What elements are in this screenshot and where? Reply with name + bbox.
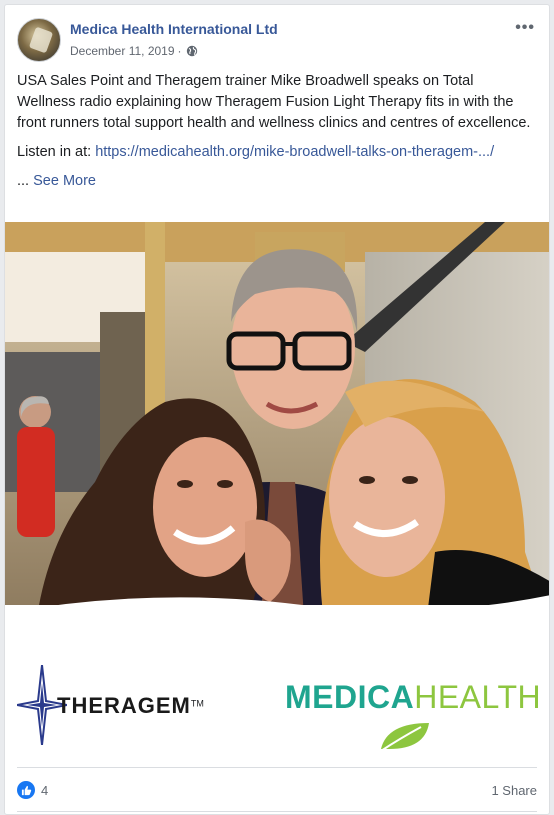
- post-meta: December 11, 2019 ·: [70, 44, 198, 58]
- post-link[interactable]: https://medicahealth.org/mike-broadwell-…: [95, 144, 494, 160]
- ellipsis: ...: [17, 173, 34, 189]
- post-card: Medica Health International Ltd December…: [4, 4, 550, 815]
- like-icon: [17, 781, 35, 799]
- meta-separator: ·: [177, 44, 182, 58]
- more-options-icon[interactable]: •••: [515, 19, 535, 37]
- theragem-logo: THERAGEMTM: [17, 665, 267, 745]
- listen-line: Listen in at: https://medicahealth.org/m…: [17, 142, 535, 163]
- health-wordmark: HEALTH: [414, 679, 542, 715]
- wave-divider: [5, 595, 549, 643]
- leaf-icon: [380, 723, 429, 752]
- page-avatar[interactable]: [17, 18, 61, 62]
- medicahealth-logo: MEDICAHEALTH: [285, 679, 545, 759]
- post-text: USA Sales Point and Theragem trainer Mik…: [17, 71, 535, 192]
- reactions-bar: 4 1 Share: [17, 775, 537, 805]
- theragem-wordmark: THERAGEM: [57, 693, 191, 718]
- post-photo[interactable]: [5, 222, 549, 632]
- photo-illustration: [5, 222, 549, 632]
- theragem-tm: TM: [190, 698, 204, 709]
- like-summary[interactable]: 4: [17, 781, 48, 799]
- page-name-link[interactable]: Medica Health International Ltd: [70, 21, 278, 37]
- reactions-divider-bottom: [17, 811, 537, 812]
- post-header: Medica Health International Ltd December…: [17, 17, 537, 63]
- medica-wordmark: MEDICA: [285, 679, 415, 715]
- share-count[interactable]: 1 Share: [491, 783, 537, 798]
- background-person: [17, 396, 55, 537]
- globe-icon[interactable]: [186, 45, 198, 57]
- see-more-line: ... See More: [17, 171, 535, 192]
- see-more-link[interactable]: See More: [33, 173, 96, 189]
- reactions-divider-top: [17, 767, 537, 768]
- post-body: USA Sales Point and Theragem trainer Mik…: [17, 73, 531, 131]
- post-date[interactable]: December 11, 2019: [70, 44, 175, 58]
- logo-banner: THERAGEMTM MEDICAHEALTH: [5, 595, 549, 769]
- listen-prefix: Listen in at:: [17, 144, 96, 160]
- like-count: 4: [41, 782, 49, 798]
